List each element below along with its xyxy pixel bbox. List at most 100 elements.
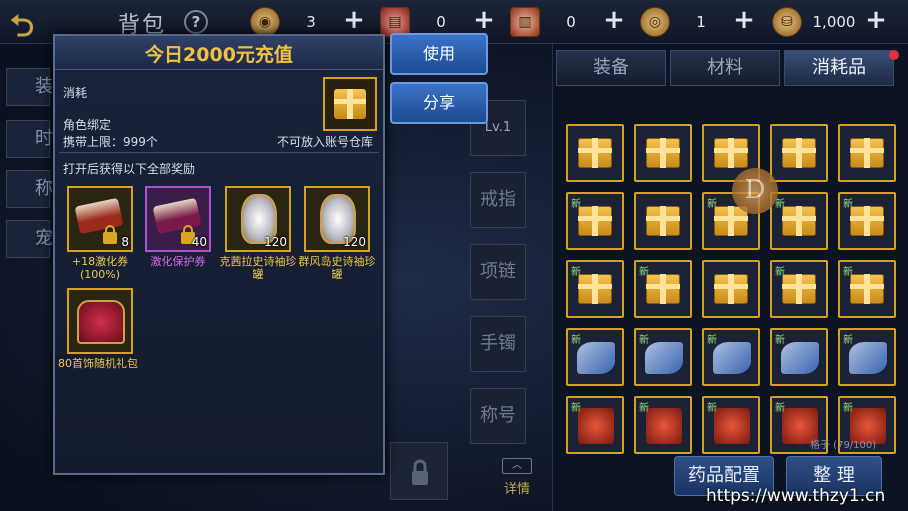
reward-epic-jar-2[interactable]: 120 xyxy=(304,186,370,252)
new-tag: 新 xyxy=(571,403,581,414)
locked-slot xyxy=(390,442,448,500)
red-box-icon xyxy=(714,408,750,444)
bag-slot[interactable]: 新 xyxy=(634,328,692,386)
currency-red-scroll: ▥ 0 + xyxy=(510,7,626,37)
bag-slot[interactable]: 新 xyxy=(770,192,828,250)
scroll-icon xyxy=(152,197,202,235)
currency-gold-coin: ◉ 3 + xyxy=(250,7,366,37)
details-label: 详情 xyxy=(503,482,530,497)
left-tab-title[interactable]: 称 xyxy=(6,170,53,208)
bag-slot[interactable]: 新 xyxy=(770,328,828,386)
currency-value: 0 xyxy=(566,13,576,31)
gift-box-icon xyxy=(782,206,816,236)
add-currency-button[interactable]: + xyxy=(732,7,756,33)
bag-slot[interactable]: 新 xyxy=(634,396,692,454)
equip-slot-necklace[interactable]: 项链 xyxy=(470,244,526,300)
gift-box-icon xyxy=(646,206,680,236)
bag-slot[interactable]: 新 xyxy=(566,328,624,386)
bag-slot[interactable]: 新 xyxy=(702,328,760,386)
currency-red-ticket: ▤ 0 + xyxy=(380,7,496,37)
slot-count: 格子 (79/100) xyxy=(810,440,877,451)
bag-slot[interactable]: 新 xyxy=(566,396,624,454)
reward-qty: 120 xyxy=(343,235,366,249)
watermark: https://www.thzy1.cn xyxy=(706,486,886,506)
equip-slot-bracelet[interactable]: 手镯 xyxy=(470,316,526,372)
new-tag: 新 xyxy=(707,403,717,414)
divider xyxy=(59,152,379,153)
help-icon[interactable]: ? xyxy=(184,10,208,34)
d-badge-icon[interactable]: D xyxy=(732,168,778,214)
gift-box-icon xyxy=(782,138,816,168)
left-tab-pet[interactable]: 宠 xyxy=(6,220,53,258)
left-tab-fashion[interactable]: 时 xyxy=(6,120,53,158)
item-detail-popup: 今日2000元充值 消耗 角色绑定 携带上限：999个 不可放入账号仓库 打开后… xyxy=(53,34,385,475)
rewards-heading: 打开后获得以下全部奖励 xyxy=(63,162,196,176)
bag-slot[interactable]: 新 xyxy=(770,260,828,318)
bag-slot[interactable] xyxy=(770,124,828,182)
bag-slot[interactable]: 新 xyxy=(702,396,760,454)
lock-icon xyxy=(412,459,428,485)
reward-label: 80首饰随机礼包 xyxy=(58,357,138,370)
add-currency-button[interactable]: + xyxy=(602,7,626,33)
reward-accessory-box[interactable] xyxy=(67,288,133,354)
gift-box-icon xyxy=(714,274,748,304)
gift-box-icon xyxy=(850,138,884,168)
equip-slot-title[interactable]: 称号 xyxy=(470,388,526,444)
add-currency-button[interactable]: + xyxy=(342,7,366,33)
gift-box-icon xyxy=(782,274,816,304)
reward-qty: 120 xyxy=(264,235,287,249)
gift-box-icon xyxy=(323,77,377,131)
add-currency-button[interactable]: + xyxy=(472,7,496,33)
bag-slot[interactable] xyxy=(634,124,692,182)
new-tag: 新 xyxy=(639,267,649,278)
tab-consumables[interactable]: 消耗品 xyxy=(784,50,894,86)
tab-materials[interactable]: 材料 xyxy=(670,50,780,86)
bag-slot[interactable] xyxy=(566,124,624,182)
item-type: 消耗 xyxy=(63,86,88,100)
bag-slot[interactable]: 新 xyxy=(838,260,896,318)
scroll-icon xyxy=(74,197,124,235)
chest-icon xyxy=(77,300,125,344)
reward-qty: 8 xyxy=(121,235,129,249)
new-tag: 新 xyxy=(843,267,853,278)
reward-protect-ticket[interactable]: 40 xyxy=(145,186,211,252)
add-currency-button[interactable]: + xyxy=(864,7,888,33)
bag-slot[interactable]: 新 xyxy=(566,192,624,250)
gift-box-icon xyxy=(714,138,748,168)
gold-coin-icon: ◉ xyxy=(250,7,280,37)
reward-label: 激化保护券 xyxy=(150,255,206,268)
currency-value: 0 xyxy=(436,13,446,31)
currency-value: 1,000 xyxy=(812,13,856,31)
popup-header: 今日2000元充值 xyxy=(55,36,383,70)
use-button[interactable]: 使用 xyxy=(390,33,488,75)
equip-slot-ring[interactable]: 戒指 xyxy=(470,172,526,228)
warehouse-note: 不可放入账号仓库 xyxy=(277,135,374,149)
wing-icon xyxy=(645,342,683,374)
bag-slot[interactable] xyxy=(634,192,692,250)
bronze-coin-icon: ◎ xyxy=(640,7,670,37)
reward-qty: 40 xyxy=(191,235,207,249)
bag-slot[interactable]: 新 xyxy=(634,260,692,318)
notification-dot xyxy=(889,50,899,60)
gold-pile-icon: ⛁ xyxy=(772,7,802,37)
bag-slot[interactable]: 新 xyxy=(838,328,896,386)
bag-slot[interactable] xyxy=(702,260,760,318)
chevron-up-icon: ︿ xyxy=(502,458,532,474)
bag-slot[interactable] xyxy=(838,124,896,182)
bag-slot[interactable]: 新 xyxy=(838,192,896,250)
reward-enhance-ticket[interactable]: 8 xyxy=(67,186,133,252)
red-box-icon xyxy=(578,408,614,444)
bag-slot[interactable]: 新 xyxy=(566,260,624,318)
wing-icon xyxy=(849,342,887,374)
carry-limit: 携带上限：999个 xyxy=(63,135,158,149)
gift-box-icon xyxy=(578,274,612,304)
reward-epic-jar-1[interactable]: 120 xyxy=(225,186,291,252)
gift-box-icon xyxy=(578,206,612,236)
gift-box-icon xyxy=(850,206,884,236)
tab-equipment[interactable]: 装备 xyxy=(556,50,666,86)
currency-gold-pile: ⛁ 1,000 + xyxy=(772,7,888,37)
red-scroll-icon: ▥ xyxy=(510,7,540,37)
left-tab-equipment[interactable]: 装 xyxy=(6,68,53,106)
share-button[interactable]: 分享 xyxy=(390,82,488,124)
details-button[interactable]: ︿ 详情 xyxy=(500,458,534,498)
